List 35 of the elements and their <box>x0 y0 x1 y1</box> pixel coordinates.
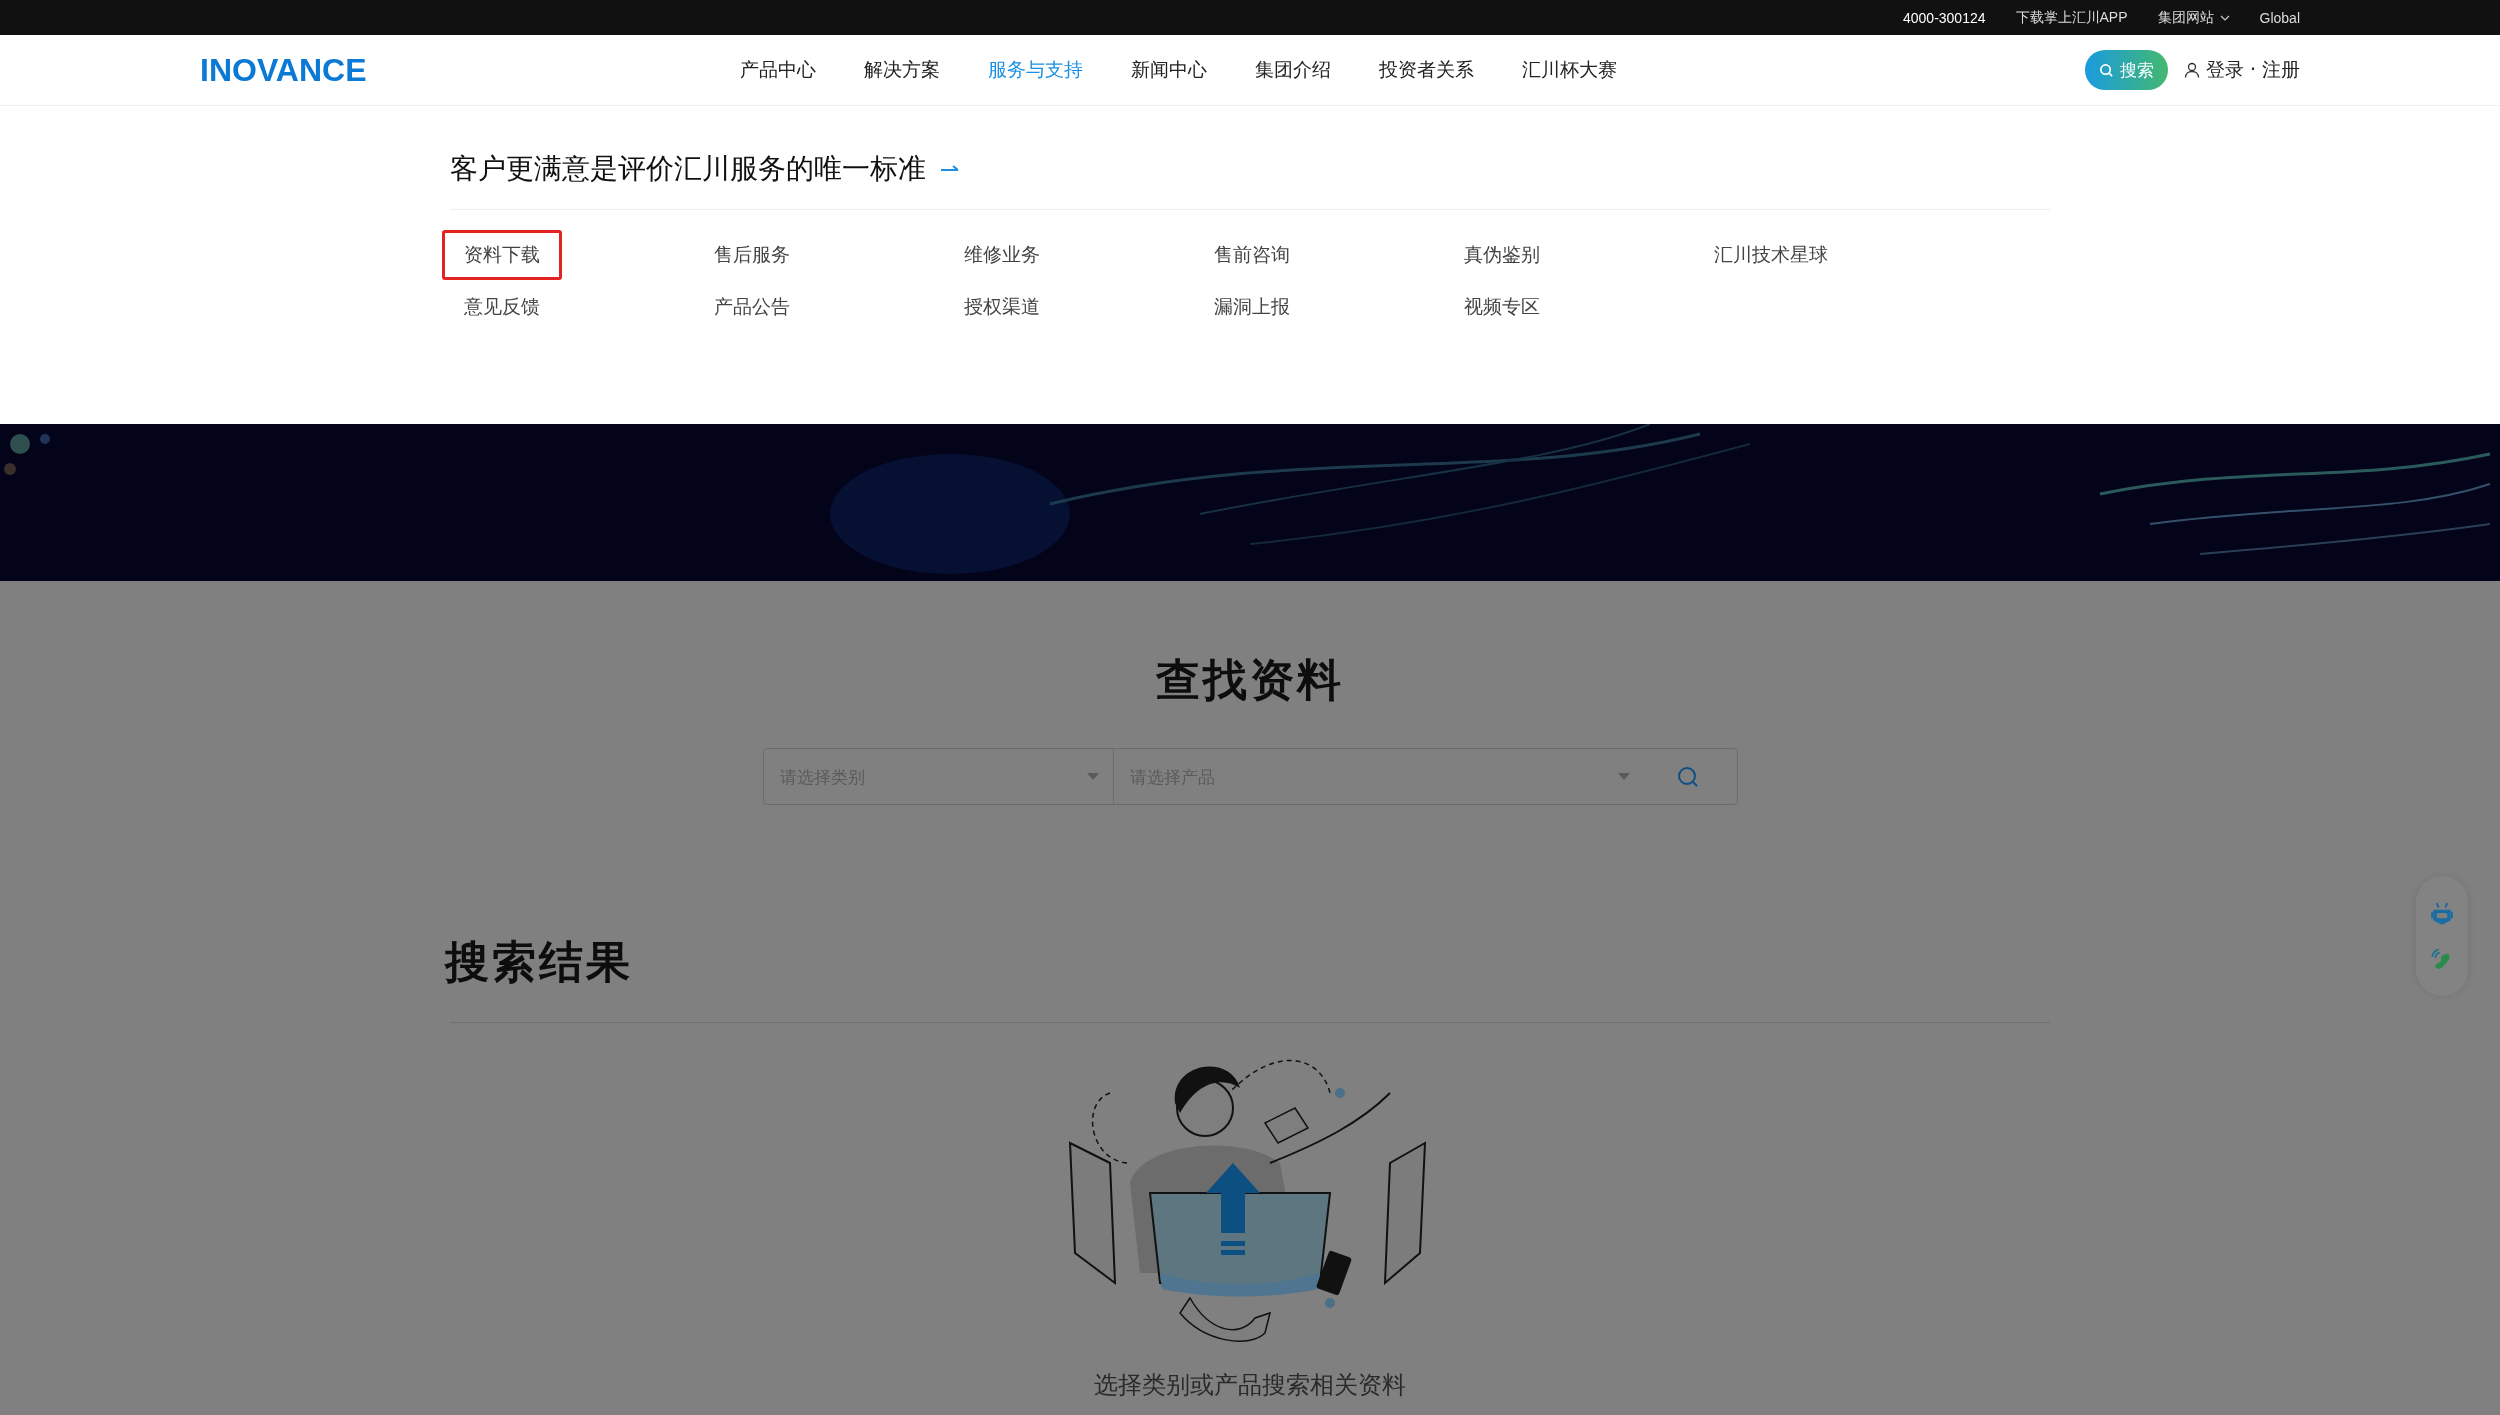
nav-item[interactable]: 解决方案 <box>864 57 940 83</box>
menu-title: 客户更满意是评价汇川服务的唯一标准 <box>450 150 926 187</box>
menu-item[interactable]: 资料下载 <box>442 230 562 280</box>
menu-item[interactable]: 售后服务 <box>692 230 812 280</box>
menu-item[interactable]: 维修业务 <box>942 230 1062 280</box>
nav-item[interactable]: 汇川杯大赛 <box>1522 57 1617 83</box>
menu-item[interactable]: 售前咨询 <box>1192 230 1312 280</box>
dropdown-icon <box>1086 773 1099 780</box>
top-link[interactable]: 集团网站 <box>2157 8 2230 27</box>
phone-number: 4000-300124 <box>1903 9 1986 26</box>
empty-result-message: 选择类别或产品搜索相关资料 <box>1094 1370 1406 1401</box>
top-link[interactable]: 下载掌上汇川APP <box>2015 8 2128 27</box>
logo[interactable]: INOVANCE <box>200 51 372 89</box>
nav-item[interactable]: 集团介绍 <box>1255 57 1331 83</box>
menu-item[interactable]: 汇川技术星球 <box>1692 230 1850 280</box>
search-title: 查找资料 <box>1156 653 1344 707</box>
menu-item[interactable]: 真伪鉴别 <box>1442 230 1562 280</box>
top-link[interactable]: Global <box>2259 9 2300 26</box>
dropdown-icon <box>1617 773 1630 780</box>
menu-item[interactable]: 意见反馈 <box>442 282 562 332</box>
menu-item[interactable]: 授权渠道 <box>942 282 1062 332</box>
menu-item[interactable]: 漏洞上报 <box>1192 282 1312 332</box>
search-icon[interactable] <box>1675 764 1700 789</box>
search-icon <box>2098 62 2114 78</box>
menu-item[interactable]: 视频专区 <box>1442 282 1562 332</box>
nav-item[interactable]: 产品中心 <box>740 57 816 83</box>
robot-icon[interactable] <box>2429 901 2455 927</box>
caret-icon <box>2219 14 2230 21</box>
nav-item[interactable]: 投资者关系 <box>1379 57 1474 83</box>
nav-item[interactable]: 新闻中心 <box>1131 57 1207 83</box>
results-title: 搜索结果 <box>445 935 633 989</box>
login-register-link[interactable]: 登录 · 注册 <box>2205 57 2300 83</box>
arrow-icon[interactable] <box>940 163 960 174</box>
menu-item[interactable]: 产品公告 <box>692 282 812 332</box>
user-icon <box>2183 62 2200 78</box>
